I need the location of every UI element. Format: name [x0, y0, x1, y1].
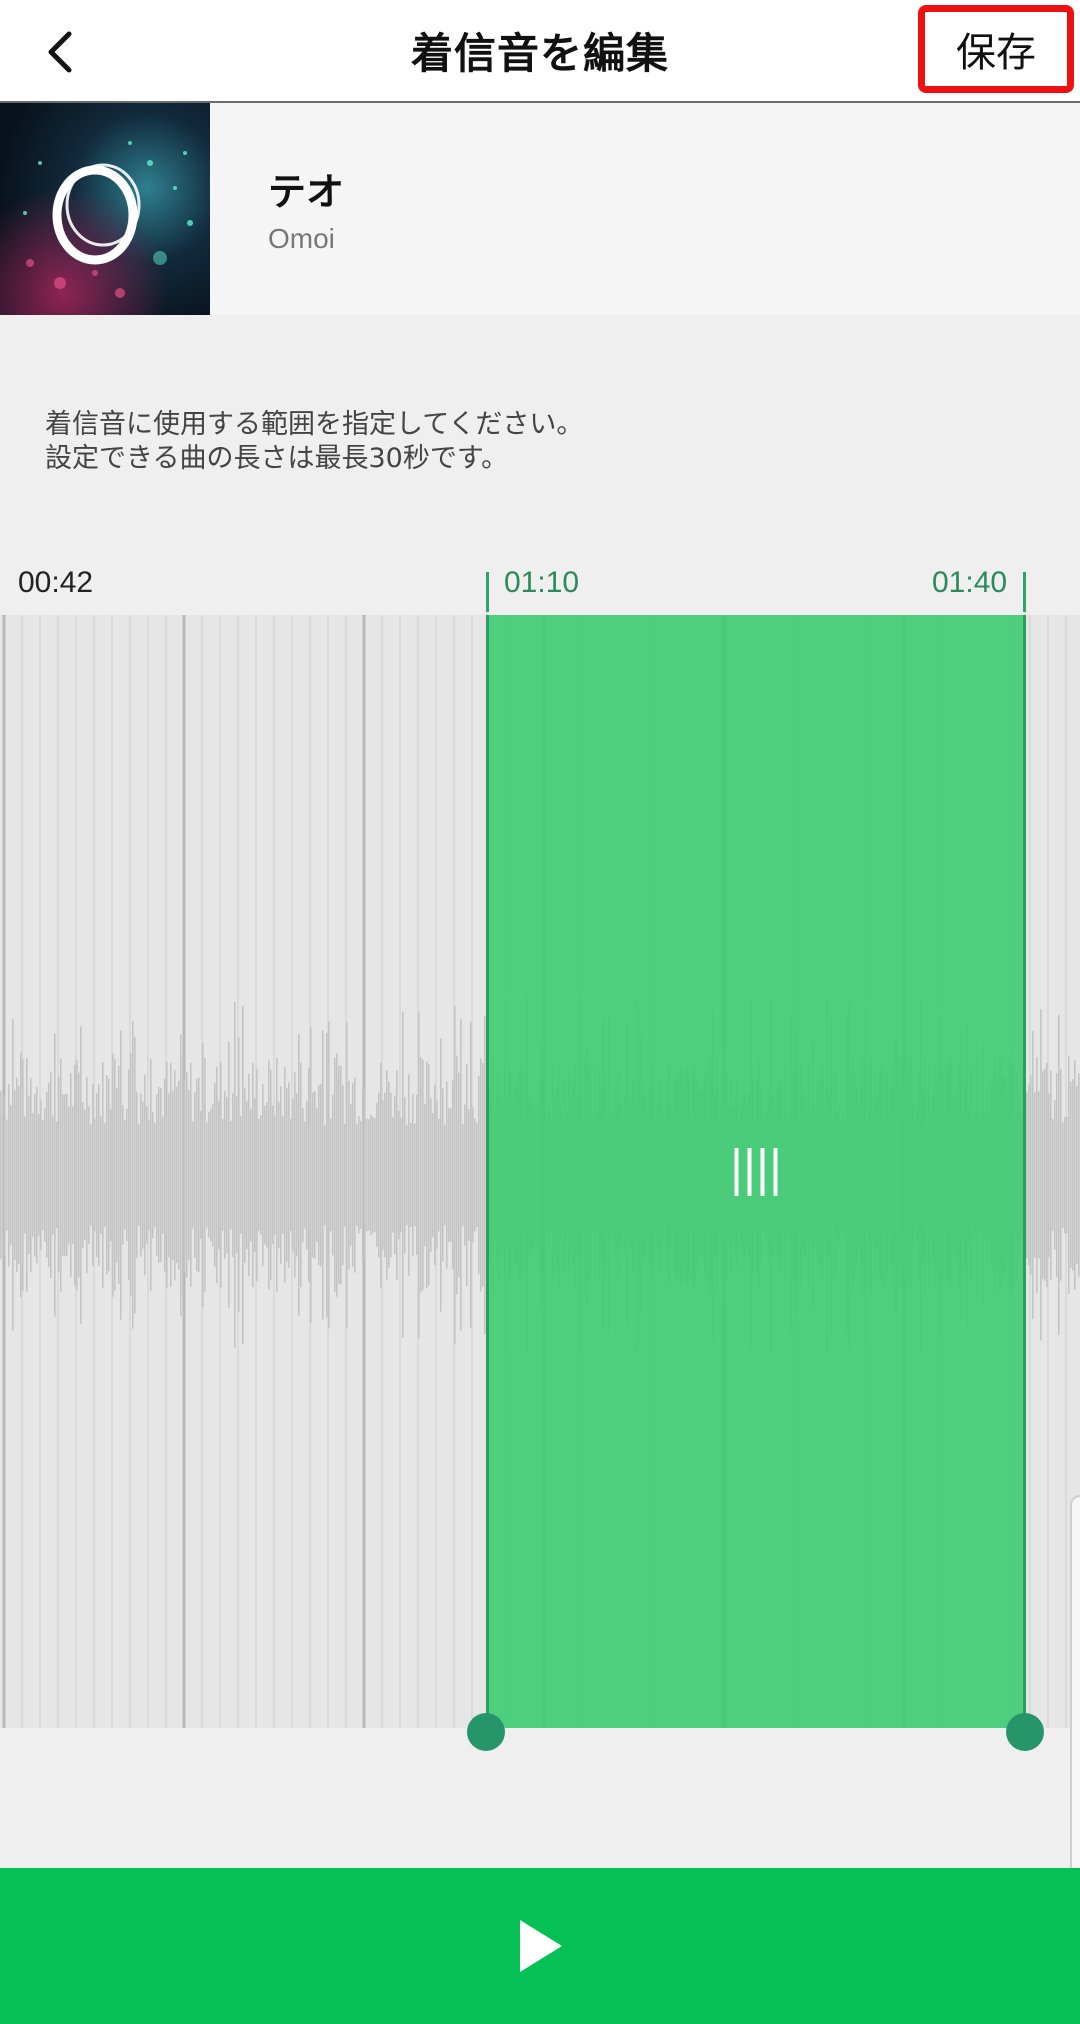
instruction-line-2: 設定できる曲の長さは最長30秒です。 [45, 443, 509, 474]
visible-start-time: 00:42 [18, 566, 94, 599]
app-header: 着信音を編集 保存 [0, 0, 1080, 103]
selection-end-handle[interactable] [1006, 1713, 1044, 1751]
drag-grip-icon[interactable] [734, 1147, 778, 1196]
selection-range[interactable] [486, 615, 1026, 1728]
save-button[interactable]: 保存 [918, 5, 1074, 93]
album-art [0, 103, 210, 315]
track-title: テオ [268, 170, 345, 214]
track-info: テオ Omoi [0, 103, 1080, 315]
instructions: 着信音に使用する範囲を指定してください。 設定できる曲の長さは最長30秒です。 [45, 408, 1025, 476]
instruction-line-1: 着信音に使用する範囲を指定してください。 [45, 409, 584, 440]
selection-start-tick [486, 572, 489, 612]
selection-start-time: 01:10 [504, 566, 580, 599]
play-button[interactable] [0, 1868, 1080, 2024]
side-scroll-tab[interactable] [1070, 1495, 1080, 1919]
play-icon [520, 1920, 562, 1972]
selection-end-tick [1023, 572, 1026, 612]
selection-start-handle[interactable] [467, 1713, 505, 1751]
selection-end-time: 01:40 [932, 566, 1008, 599]
track-artist: Omoi [268, 223, 335, 254]
